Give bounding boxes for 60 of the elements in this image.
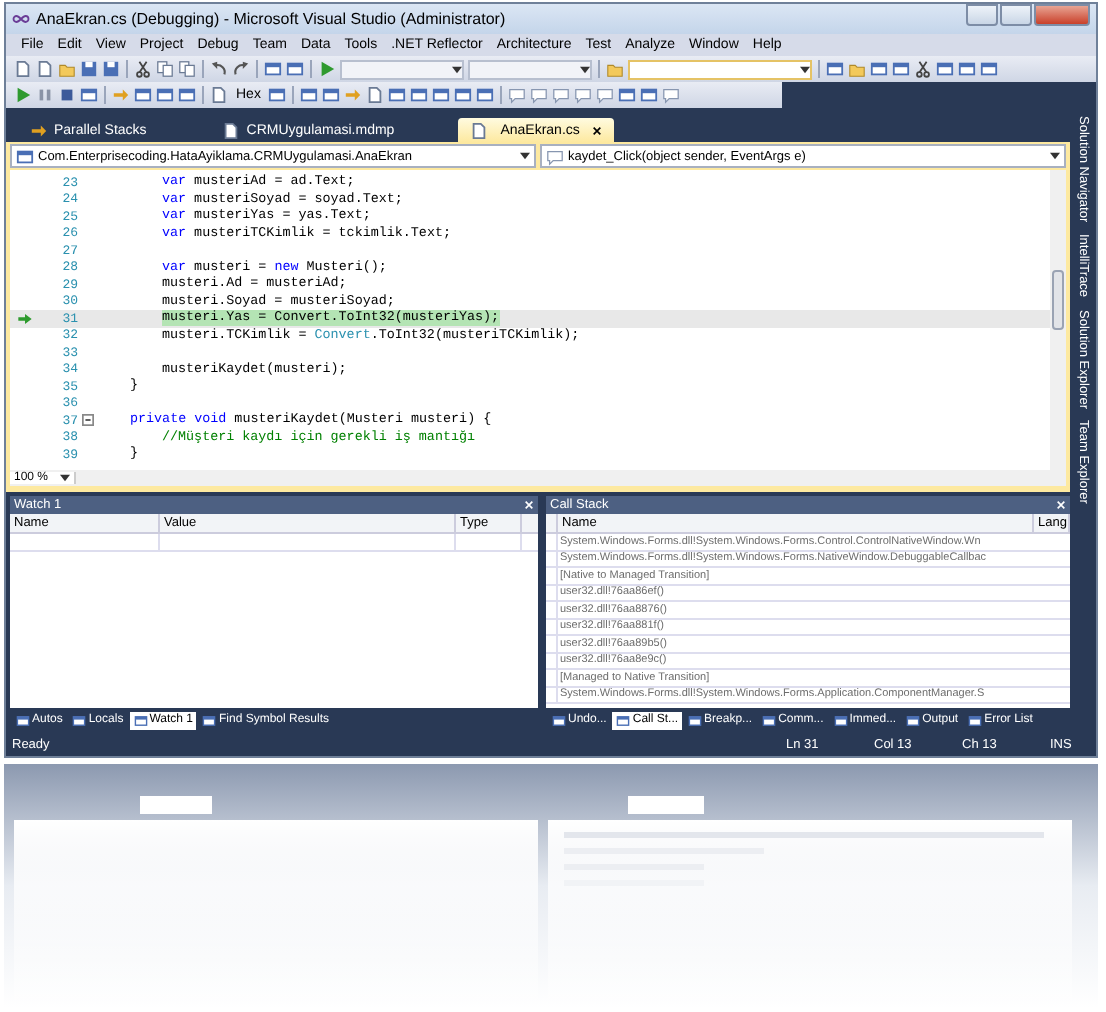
window-icon[interactable]	[388, 86, 407, 104]
window-icon[interactable]	[410, 86, 429, 104]
window-icon	[202, 713, 217, 727]
window-icon[interactable]	[826, 60, 844, 78]
arrow-icon	[17, 313, 31, 324]
window-icon[interactable]	[618, 86, 637, 104]
window-icon[interactable]	[936, 60, 954, 78]
window-icon[interactable]	[432, 86, 451, 104]
window-icon[interactable]	[268, 86, 287, 104]
collapse-icon[interactable]	[82, 414, 94, 427]
window-icon[interactable]	[80, 86, 98, 104]
maximize-button[interactable]	[1000, 4, 1032, 26]
window-icon[interactable]	[980, 60, 998, 78]
infinity-icon	[12, 14, 30, 24]
window-icon[interactable]	[300, 86, 319, 104]
window-icon[interactable]	[178, 86, 196, 104]
page-icon[interactable]	[366, 86, 385, 104]
scissors-icon[interactable]	[914, 60, 932, 78]
bubble-icon[interactable]	[662, 86, 681, 104]
redo-icon[interactable]	[232, 60, 250, 78]
window-icon	[906, 713, 921, 727]
window-icon	[968, 713, 983, 727]
window-icon[interactable]	[892, 60, 910, 78]
window-icon[interactable]	[322, 86, 341, 104]
scrollbar[interactable]	[1050, 170, 1066, 470]
window-icon	[688, 713, 703, 727]
caret-icon[interactable]	[520, 152, 530, 160]
caret-icon[interactable]	[60, 474, 70, 482]
find-field[interactable]	[628, 59, 812, 79]
caret-icon[interactable]	[800, 65, 810, 73]
window-icon[interactable]	[958, 60, 976, 78]
play-icon[interactable]	[318, 60, 336, 78]
window-icon	[616, 713, 631, 727]
window-icon	[72, 713, 87, 727]
window-icon[interactable]	[134, 86, 152, 104]
stop-icon[interactable]	[58, 86, 76, 104]
save-icon[interactable]	[102, 60, 120, 78]
window-icon	[133, 713, 148, 727]
window-icon[interactable]	[476, 86, 495, 104]
undo-icon[interactable]	[210, 60, 228, 78]
play-icon[interactable]	[14, 86, 32, 104]
window-icon[interactable]	[870, 60, 888, 78]
close-icon[interactable]	[591, 125, 602, 135]
minimize-button[interactable]	[966, 4, 998, 26]
pause-icon[interactable]	[36, 86, 54, 104]
window-icon[interactable]	[454, 86, 473, 104]
window-icon[interactable]	[640, 86, 659, 104]
window-icon[interactable]	[264, 60, 282, 78]
window-icon	[16, 713, 30, 727]
caret-icon[interactable]	[452, 65, 462, 73]
caret-icon[interactable]	[580, 65, 590, 73]
window-icon	[552, 713, 566, 727]
save-icon[interactable]	[80, 60, 98, 78]
window-icon	[762, 713, 777, 727]
window-icon	[833, 713, 848, 727]
caret-icon[interactable]	[1050, 152, 1060, 160]
window-icon[interactable]	[286, 60, 304, 78]
scissors-icon[interactable]	[134, 60, 152, 78]
window-title: AnaEkran.cs (Debugging) - Microsoft Visual Studio (Administrator)	[36, 10, 508, 28]
window-icon[interactable]	[156, 86, 174, 104]
